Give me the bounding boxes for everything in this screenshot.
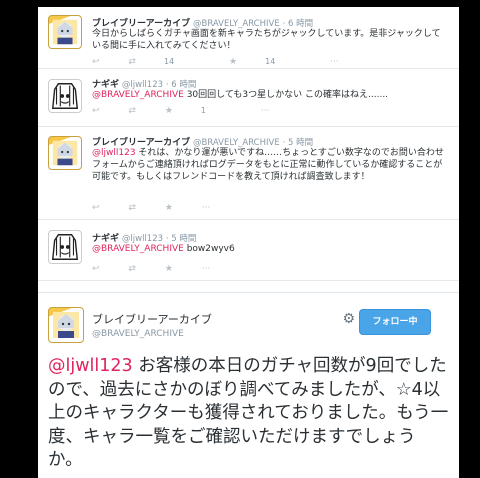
star-icon: ★ <box>164 106 173 116</box>
tweet[interactable]: ナギギ @ljwll123 · 5 時間 @BRAVELY_ARCHIVE bo… <box>38 220 459 281</box>
retweet-icon: ⇄ <box>128 57 136 67</box>
mention-link[interactable]: @ljwll123 <box>48 356 133 376</box>
tweet[interactable]: ブレイブリーアーカイブ @BRAVELY_ARCHIVE · 6 時間 今日から… <box>38 7 459 69</box>
retweet-button[interactable]: ⇄ 14 <box>128 57 200 67</box>
star-icon[interactable]: ★ <box>165 203 173 213</box>
featured-tweet-text: @ljwll123 お客様の本日のガチャ回数が9回でしたので、過去にさかのぼり調… <box>48 355 449 473</box>
tweet-actions: ↩ ⇄ 14 ★ 14 ··· <box>92 57 365 67</box>
tweet-actions: ↩ ⇄ ★ ··· <box>92 203 236 213</box>
mention-link[interactable]: @BRAVELY_ARCHIVE <box>92 90 184 100</box>
bravely-archive-avatar[interactable] <box>48 136 82 170</box>
star-icon: ★ <box>229 57 238 67</box>
bravely-archive-avatar[interactable] <box>48 15 82 49</box>
retweet-icon[interactable]: ⇄ <box>128 264 136 274</box>
nagigi-avatar[interactable] <box>48 230 82 264</box>
star-icon[interactable]: ★ <box>165 264 173 274</box>
more-icon[interactable]: ··· <box>330 57 339 67</box>
tweet-text: @BRAVELY_ARCHIVE bow2wyv6 <box>92 243 447 255</box>
author-name[interactable]: ブレイブリーアーカイブ <box>92 311 212 327</box>
reply-icon[interactable]: ↩ <box>92 106 100 116</box>
tweet-body: 今日からしばらくガチャ画面を新キャラたちがジャックしています。是非ジャックしてい… <box>92 29 441 51</box>
tweet[interactable]: ブレイブリーアーカイブ @BRAVELY_ARCHIVE · 5 時間 @ljw… <box>38 127 459 220</box>
tweet-text: @BRAVELY_ARCHIVE 30回回しても3つ星しかない この確率はねえ.… <box>92 89 447 101</box>
author-handle[interactable]: @BRAVELY_ARCHIVE <box>92 329 184 339</box>
more-icon[interactable]: ··· <box>202 264 211 274</box>
tweet-body: それは、かなり運が悪いですね……ちょっとすごい数字なのでお問い合わせフォームから… <box>92 148 444 182</box>
reply-icon[interactable]: ↩ <box>92 203 100 213</box>
retweet-icon[interactable]: ⇄ <box>128 203 136 213</box>
favorite-count: 14 <box>265 57 276 66</box>
following-button[interactable]: フォロー中 <box>359 309 431 335</box>
tweet-actions: ↩ ⇄ ★ 1 ··· <box>92 106 295 116</box>
reply-icon[interactable]: ↩ <box>92 264 100 274</box>
favorite-button[interactable]: ★ 14 <box>229 57 301 67</box>
gear-icon[interactable]: ⚙ <box>342 311 355 327</box>
more-icon[interactable]: ··· <box>202 203 211 213</box>
favorite-count: 1 <box>200 106 207 115</box>
timeline-panel: ブレイブリーアーカイブ @BRAVELY_ARCHIVE · 6 時間 今日から… <box>38 7 459 478</box>
tweet-text: 今日からしばらくガチャ画面を新キャラたちがジャックしています。是非ジャックしてい… <box>92 28 447 52</box>
bravely-archive-avatar[interactable] <box>48 307 84 343</box>
reply-icon[interactable]: ↩ <box>92 57 100 67</box>
retweet-icon[interactable]: ⇄ <box>128 106 136 116</box>
mention-link[interactable]: @ljwll123 <box>92 148 136 158</box>
featured-tweet: ブレイブリーアーカイブ @BRAVELY_ARCHIVE ⚙ フォロー中 @lj… <box>38 292 459 478</box>
tweet-text: @ljwll123 それは、かなり運が悪いですね……ちょっとすごい数字なのでお問… <box>92 147 447 183</box>
mention-link[interactable]: @BRAVELY_ARCHIVE <box>92 244 184 254</box>
favorite-button[interactable]: ★ 1 <box>165 106 232 116</box>
tweet-body: 30回回しても3つ星しかない この確率はねえ....... <box>183 90 389 100</box>
more-icon[interactable]: ··· <box>261 106 270 116</box>
tweet-body: bow2wyv6 <box>183 244 235 254</box>
nagigi-avatar[interactable] <box>48 79 82 113</box>
retweet-count: 14 <box>163 57 175 66</box>
tweet[interactable]: ナギギ @ljwll123 · 6 時間 @BRAVELY_ARCHIVE 30… <box>38 69 459 127</box>
tweet-actions: ↩ ⇄ ★ ··· <box>92 264 236 274</box>
